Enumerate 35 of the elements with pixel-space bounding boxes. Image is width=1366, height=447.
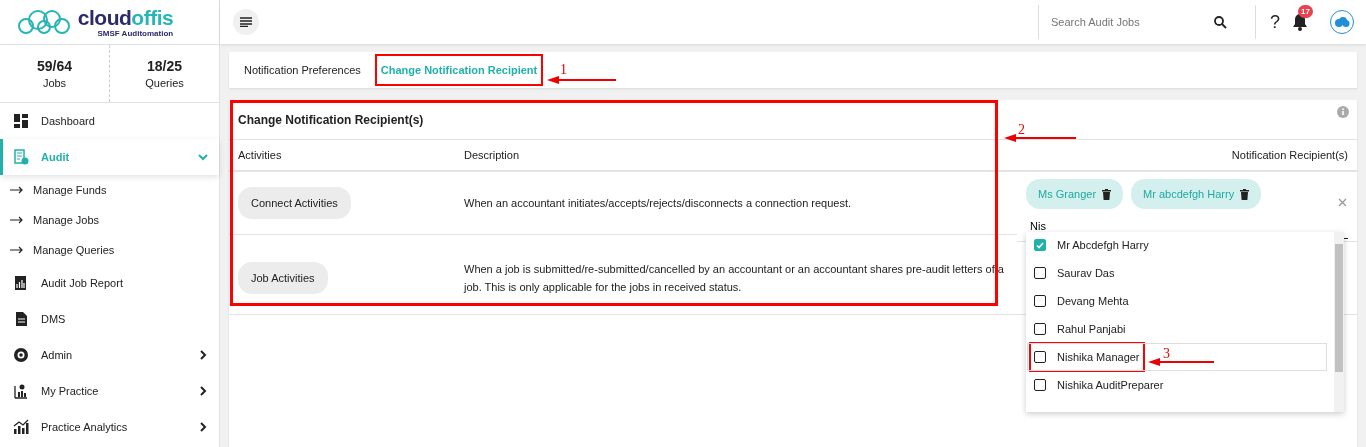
sidebar-item[interactable]: Audit Job Report xyxy=(0,265,219,301)
annotation-number: 3 xyxy=(1163,346,1170,362)
tab[interactable]: Notification Preferences xyxy=(238,54,367,86)
annotation-number: 2 xyxy=(1018,122,1025,138)
sidebar-item[interactable]: Admin xyxy=(0,337,219,373)
stat-value: 59/64 xyxy=(36,58,72,74)
dropdown-option[interactable]: Saurav Das xyxy=(1028,260,1326,286)
sidebar-item[interactable]: My Practice xyxy=(0,373,219,409)
stat-label: Jobs xyxy=(42,77,67,89)
dropdown-option[interactable]: Nishika AuditPreparer xyxy=(1028,372,1326,398)
brand-tagline: SMSF Auditomation xyxy=(97,28,174,38)
recipient-chip: Ms Granger xyxy=(1026,179,1124,209)
description-text: When a job is submitted/re-submitted/cancelled by an accountant or an accountant shares pre-audit letters of a job. This is only applicable for the jobs in received status. xyxy=(464,262,1005,295)
annotation-number: 1 xyxy=(560,62,567,78)
sidebar-subitem[interactable]: Manage Jobs xyxy=(0,205,219,235)
column-header: Activities xyxy=(229,140,455,172)
search-field[interactable]: Search Audit Jobs xyxy=(1049,15,1208,29)
description-text: When an accountant initiates/accepts/rejects/disconnects a connection request. xyxy=(464,196,852,211)
column-header: Description xyxy=(455,140,1017,172)
dropdown-option[interactable]: Devang Mehta xyxy=(1028,288,1326,314)
sidebar-item[interactable]: DMS xyxy=(0,301,219,337)
notification-badge: 17 xyxy=(1298,5,1313,18)
brand-name: cloudoffis xyxy=(77,6,174,29)
activity-chip: Connect Activities xyxy=(238,187,351,219)
sidebar-subitem[interactable]: Manage Funds xyxy=(0,175,219,205)
sidebar-subitem[interactable]: Manage Queries xyxy=(0,235,219,265)
stat-value: 18/25 xyxy=(146,58,182,74)
dropdown-option[interactable]: Rahul Panjabi xyxy=(1028,316,1326,342)
activity-chip: Job Activities xyxy=(238,262,328,294)
sidebar-item[interactable]: Practice Analytics xyxy=(0,409,219,445)
sidebar-item[interactable]: Dashboard xyxy=(0,103,219,139)
help-button[interactable]: ? xyxy=(1270,11,1280,33)
recipient-chip: Mr abcdefgh Harry xyxy=(1131,179,1262,209)
stat-label: Queries xyxy=(145,77,184,89)
column-header: Notification Recipient(s) xyxy=(1017,140,1357,172)
